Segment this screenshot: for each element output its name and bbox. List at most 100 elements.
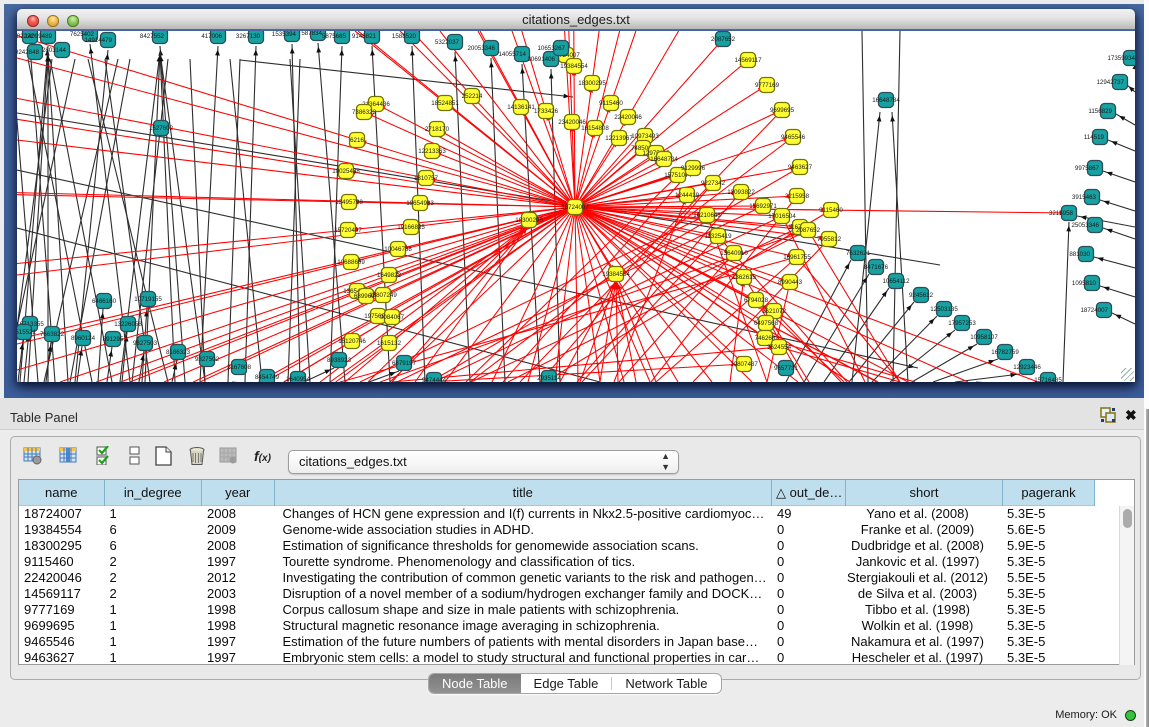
svg-text:1588520: 1588520 <box>392 33 417 40</box>
svg-text:1621072: 1621072 <box>762 308 787 315</box>
svg-text:16154808: 16154808 <box>581 125 609 132</box>
svg-text:22420046: 22420046 <box>614 114 642 121</box>
svg-text:9699695: 9699695 <box>770 107 795 114</box>
svg-text:9327502: 9327502 <box>195 356 220 363</box>
svg-text:9084067: 9084067 <box>380 314 405 321</box>
svg-text:2167608: 2167608 <box>227 364 252 371</box>
svg-text:7955812: 7955812 <box>817 236 842 243</box>
svg-text:12503135: 12503135 <box>930 306 958 313</box>
svg-text:7386322: 7386322 <box>352 109 377 116</box>
svg-text:1535394: 1535394 <box>272 31 297 38</box>
svg-text:2935114: 2935114 <box>537 375 561 382</box>
svg-text:16210643: 16210643 <box>693 212 721 219</box>
svg-text:19384554: 19384554 <box>602 271 630 278</box>
svg-text:1362615: 1362615 <box>732 274 757 281</box>
svg-text:9474444: 9474444 <box>422 377 447 382</box>
svg-text:15720407: 15720407 <box>334 227 362 234</box>
svg-text:9227342: 9227342 <box>701 180 726 187</box>
svg-text:252214: 252214 <box>462 93 483 100</box>
svg-text:8938923: 8938923 <box>327 357 352 364</box>
svg-text:16648784: 16648784 <box>650 156 678 163</box>
svg-text:10958107: 10958107 <box>970 334 998 341</box>
svg-text:23420046: 23420046 <box>558 119 586 126</box>
svg-text:6216: 6216 <box>350 137 364 144</box>
svg-text:8454749: 8454749 <box>255 374 280 381</box>
svg-text:2087652: 2087652 <box>711 36 736 43</box>
svg-text:18300295: 18300295 <box>515 217 543 224</box>
svg-text:12942737: 12942737 <box>1096 79 1124 86</box>
svg-text:9465546: 9465546 <box>781 134 806 141</box>
svg-text:12093822: 12093822 <box>727 189 755 196</box>
svg-text:14136141: 14136141 <box>507 104 535 111</box>
svg-text:6497568: 6497568 <box>754 320 779 327</box>
svg-text:114519: 114519 <box>1084 134 1105 141</box>
svg-text:16120746: 16120746 <box>338 338 366 345</box>
svg-text:8427552: 8427552 <box>140 33 165 40</box>
svg-text:9327503: 9327503 <box>133 340 158 347</box>
svg-text:20053346: 20053346 <box>467 45 495 52</box>
svg-text:587834: 587834 <box>301 31 322 37</box>
svg-text:9657731: 9657731 <box>774 365 799 372</box>
svg-text:18724007: 18724007 <box>1080 307 1108 314</box>
svg-text:3215958: 3215958 <box>785 193 810 200</box>
svg-text:891295: 891295 <box>103 336 124 343</box>
svg-text:14914479: 14914479 <box>84 37 112 44</box>
svg-text:9777169: 9777169 <box>755 82 780 89</box>
svg-text:13640910: 13640910 <box>720 250 748 257</box>
svg-text:6466160: 6466160 <box>92 298 117 305</box>
svg-text:7515521: 7515521 <box>17 329 37 336</box>
svg-text:3215958: 3215958 <box>1049 210 1074 217</box>
svg-text:12213363: 12213363 <box>418 148 446 155</box>
svg-text:15692971: 15692971 <box>749 203 777 210</box>
svg-text:10046788: 10046788 <box>384 246 412 253</box>
svg-text:1649822: 1649822 <box>377 272 402 279</box>
svg-text:10807487: 10807487 <box>730 361 758 368</box>
svg-text:14099489: 14099489 <box>24 33 52 40</box>
svg-text:19166825: 19166825 <box>397 224 425 231</box>
svg-text:1527602: 1527602 <box>149 125 174 132</box>
svg-text:11325419: 11325419 <box>704 233 732 240</box>
svg-text:1810757: 1810757 <box>414 175 439 182</box>
svg-text:6879197: 6879197 <box>392 360 417 367</box>
svg-text:3624554: 3624554 <box>767 344 792 351</box>
svg-text:13226058: 13226058 <box>114 321 142 328</box>
svg-text:17016504: 17016504 <box>768 213 796 220</box>
svg-text:10653267: 10653267 <box>537 45 565 52</box>
svg-text:8990443: 8990443 <box>778 279 803 286</box>
svg-text:2718170: 2718170 <box>425 126 450 133</box>
svg-text:5322037: 5322037 <box>435 39 460 46</box>
svg-text:7663822: 7663822 <box>40 331 65 338</box>
svg-text:3267130: 3267130 <box>236 33 261 40</box>
svg-text:1640954: 1640954 <box>286 376 311 382</box>
svg-text:10973493: 10973493 <box>631 133 659 140</box>
svg-text:25053346: 25053346 <box>1071 222 1099 229</box>
svg-text:3915463: 3915463 <box>1072 194 1097 201</box>
svg-text:18300295: 18300295 <box>578 80 606 87</box>
svg-text:1244419: 1244419 <box>675 192 700 199</box>
svg-text:10688609: 10688609 <box>337 259 365 266</box>
svg-text:10025438: 10025438 <box>332 168 360 175</box>
svg-text:10719155: 10719155 <box>134 296 162 303</box>
svg-text:1615132: 1615132 <box>377 340 402 347</box>
svg-text:15716485: 15716485 <box>1034 377 1062 382</box>
svg-text:20691406: 20691406 <box>527 56 555 63</box>
svg-text:14055714: 14055714 <box>498 51 526 58</box>
svg-text:1095810: 1095810 <box>1072 280 1097 287</box>
svg-text:18724007: 18724007 <box>561 204 589 211</box>
svg-text:9146821: 9146821 <box>352 33 377 40</box>
svg-text:5875685: 5875685 <box>322 33 347 40</box>
svg-text:13495798: 13495798 <box>335 199 363 206</box>
svg-text:16961755: 16961755 <box>783 254 811 261</box>
svg-text:19384554: 19384554 <box>560 63 588 70</box>
svg-text:14569117: 14569117 <box>734 57 762 64</box>
svg-text:9463627: 9463627 <box>788 164 813 171</box>
svg-text:17359934: 17359934 <box>1107 55 1135 62</box>
svg-text:8186323: 8186323 <box>166 349 191 356</box>
svg-text:1733426: 1733426 <box>534 108 559 115</box>
svg-text:19654983: 19654983 <box>406 200 434 207</box>
svg-text:8960124: 8960124 <box>71 335 96 342</box>
svg-text:1156829: 1156829 <box>1088 108 1112 115</box>
svg-text:8471676: 8471676 <box>864 264 889 271</box>
svg-text:7632621: 7632621 <box>846 250 871 257</box>
svg-text:9975867: 9975867 <box>1075 165 1100 172</box>
